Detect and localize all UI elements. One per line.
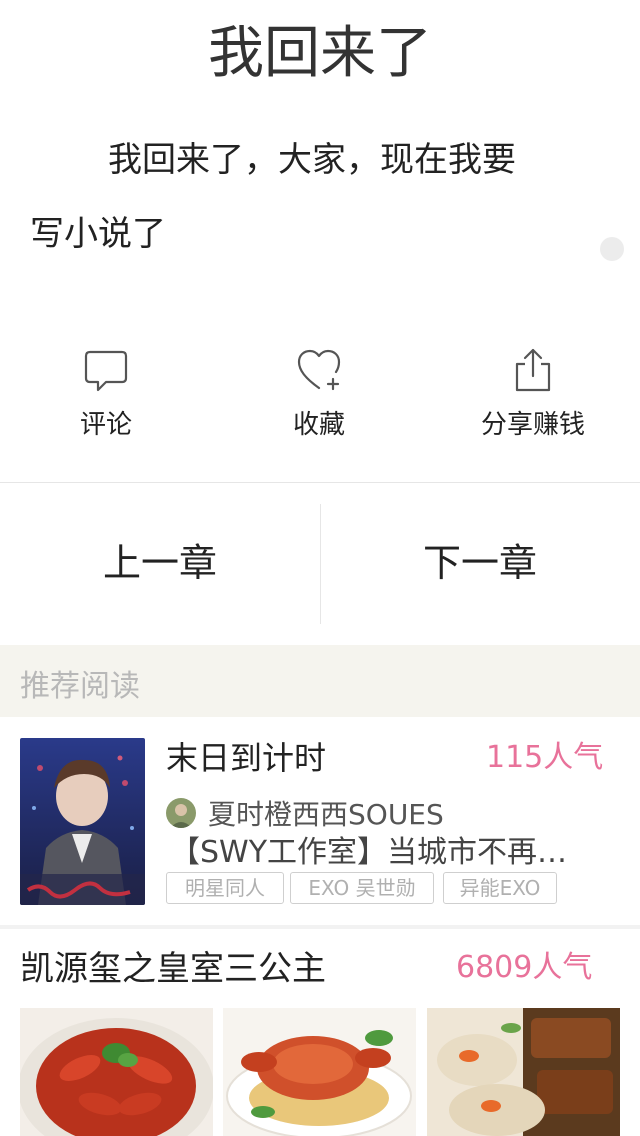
scroll-indicator[interactable] [600,237,624,261]
dish-image[interactable] [427,1008,620,1136]
recommend-header-label: 推荐阅读 [20,669,140,704]
avatar [166,798,196,828]
favorite-button[interactable]: 收藏 [219,346,419,441]
popularity-count: 115人气 [486,740,604,775]
crab-image[interactable] [223,1008,416,1136]
comment-button[interactable]: 评论 [6,346,206,441]
share-button[interactable]: 分享赚钱 [433,346,633,441]
heart-plus-icon [297,349,341,391]
next-chapter-button[interactable]: 下一章 [320,530,640,596]
chapter-text-line-1: 我回来了，大家，现在我要 [108,140,516,180]
share-label: 分享赚钱 [480,410,585,440]
prev-chapter-button[interactable]: 上一章 [0,530,320,596]
divider [0,925,640,929]
author-name: 夏时橙西西SOUES [208,798,444,831]
comment-icon [84,350,128,392]
tag[interactable]: EXO 吴世勋 [290,872,434,904]
chapter-text-line-2: 写小说了 [30,214,166,254]
tag[interactable]: 明星同人 [166,872,284,904]
divider [0,482,640,483]
book-cover-image[interactable] [20,738,145,905]
share-icon [515,348,551,392]
recommend-header: 推荐阅读 [0,645,640,717]
book-title[interactable]: 凯源玺之皇室三公主 [20,946,326,992]
book-title[interactable]: 末日到计时 [166,736,326,780]
favorite-label: 收藏 [292,410,345,440]
popularity-count: 6809人气 [456,950,593,985]
chapter-title: 我回来了 [208,21,432,86]
book-description: 【SWY工作室】当城市不再… [170,835,568,870]
tag[interactable]: 异能EXO [443,872,557,904]
crayfish-image[interactable] [20,1008,213,1136]
comment-label: 评论 [79,410,132,440]
